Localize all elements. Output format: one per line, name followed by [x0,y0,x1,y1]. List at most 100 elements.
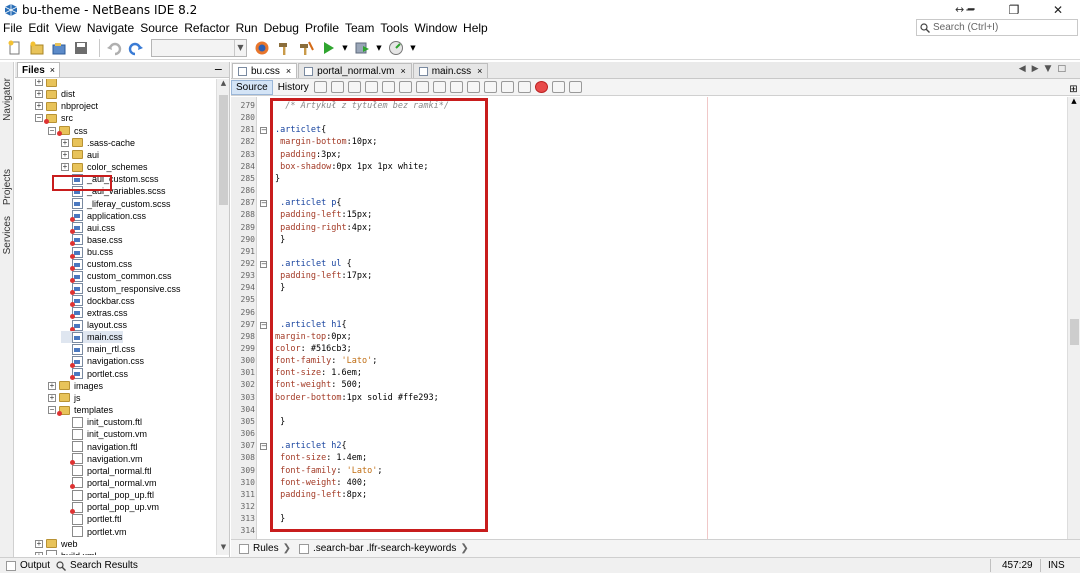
tree-item[interactable]: + aui [61,149,99,161]
source-view-button[interactable]: Source [231,79,273,95]
close-icon[interactable]: × [477,66,482,76]
history-view-button[interactable]: History [273,80,314,95]
tree-item[interactable]: custom_responsive.css [61,283,181,296]
tree-item[interactable]: init_custom.vm [61,428,147,440]
new-file-button[interactable] [6,39,24,57]
tree-item[interactable]: layout.css [61,319,127,332]
output-window-button[interactable]: Output [6,560,50,571]
tree-item[interactable]: application.css [61,210,146,223]
tree-item[interactable]: portal_pop_up.vm [61,501,159,514]
tree-item[interactable]: + [35,79,61,88]
new-project-button[interactable] [28,39,46,57]
tree-item[interactable]: portlet.css [61,368,128,381]
menu-navigate[interactable]: Navigate [84,21,137,35]
next-bookmark-icon[interactable] [466,81,480,93]
fold-collapse-icon[interactable]: − [260,321,267,329]
tree-item[interactable]: portal_normal.ftl [61,465,152,477]
tree-item[interactable]: portlet.ftl [61,513,122,525]
tree-item[interactable]: _liferay_custom.scss [61,198,171,210]
services-side-tab[interactable]: Services [0,210,14,260]
forward-icon[interactable] [347,81,361,93]
toggle-bookmark-icon[interactable] [483,81,497,93]
run-dropdown[interactable]: ▼ [341,39,349,57]
redo-button[interactable] [127,39,145,57]
menu-debug[interactable]: Debug [261,21,302,35]
scroll-up-icon[interactable]: ▲ [1068,97,1080,105]
close-button[interactable]: ✕ [1036,0,1080,20]
expand-icon[interactable]: + [35,539,43,548]
menu-view[interactable]: View [52,21,84,35]
tab-main-css[interactable]: main.css × [412,63,489,78]
menu-help[interactable]: Help [460,21,491,35]
collapse-icon[interactable]: − [48,406,56,415]
toggle-rect-selection-icon[interactable] [432,81,446,93]
expand-icon[interactable]: + [35,102,43,111]
shift-left-icon[interactable] [500,81,514,93]
tree-item[interactable]: navigation.ftl [61,441,138,453]
stop-macro-icon[interactable] [551,81,565,93]
tree-item[interactable]: + .sass-cache [61,137,135,149]
maximize-button[interactable]: ❐ [992,0,1036,20]
close-icon[interactable]: × [286,66,291,76]
tree-item[interactable]: − css [48,125,88,137]
last-edit-icon[interactable] [313,81,327,93]
menu-run[interactable]: Run [233,21,261,35]
start-macro-icon[interactable] [534,81,548,93]
projects-side-tab[interactable]: Projects [0,157,14,217]
expand-icon[interactable]: + [61,150,69,159]
build-button[interactable] [275,39,293,57]
breadcrumb-rules[interactable]: Rules [253,543,279,554]
menu-team[interactable]: Team [342,21,377,35]
comment-icon[interactable] [568,81,582,93]
editor-scrollbar[interactable]: ▲ [1067,97,1080,539]
tree-item[interactable]: + nbproject [35,100,98,112]
menu-profile[interactable]: Profile [302,21,342,35]
debug-button[interactable] [353,39,371,57]
back-icon[interactable] [330,81,344,93]
tree-item[interactable]: portal_normal.vm [61,477,157,490]
tree-item[interactable]: + color_schemes [61,161,148,173]
find-next-icon[interactable] [398,81,412,93]
navigator-side-tab[interactable]: Navigator [0,64,14,134]
scroll-thumb[interactable] [1070,319,1079,345]
collapse-icon[interactable]: − [48,126,56,135]
menu-file[interactable]: File [0,21,25,35]
find-icon[interactable] [364,81,378,93]
scroll-down-icon[interactable]: ▼ [217,543,230,555]
tree-item[interactable]: custom_common.css [61,270,172,283]
tab-navigation-icons[interactable]: ◀▶▼□ [1019,64,1072,74]
expand-icon[interactable]: + [35,551,43,555]
tree-item[interactable]: portal_pop_up.ftl [61,489,154,501]
minimize-panel-icon[interactable]: − [214,63,223,76]
fold-collapse-icon[interactable]: − [260,260,267,268]
scroll-up-icon[interactable]: ▲ [217,79,230,91]
tree-item[interactable]: + web [35,538,78,550]
quick-search-input[interactable]: Search (Ctrl+I) [916,19,1078,36]
split-editor-icon[interactable]: ⊞ [1067,84,1080,97]
clean-build-button[interactable] [297,39,315,57]
menu-source[interactable]: Source [137,21,181,35]
tree-item[interactable]: − templates [48,404,113,416]
undo-button[interactable] [105,39,123,57]
shift-right-icon[interactable] [517,81,531,93]
tree-item[interactable]: custom.css [61,258,132,271]
tree-item[interactable]: navigation.vm [61,453,143,466]
expand-icon[interactable]: + [35,79,43,86]
tree-item[interactable]: bu.css [61,246,113,259]
fold-collapse-icon[interactable]: − [260,127,267,135]
tree-item[interactable]: navigation.css [61,355,144,368]
tree-item[interactable]: portlet.vm [61,526,127,538]
search-results-button[interactable]: Search Results [56,560,138,571]
menu-tools[interactable]: Tools [377,21,411,35]
profile-button[interactable] [387,39,405,57]
expand-icon[interactable]: + [48,393,56,402]
tree-item[interactable]: dockbar.css [61,295,135,308]
menu-window[interactable]: Window [411,21,460,35]
collapse-icon[interactable]: − [35,114,43,123]
breadcrumb-selector[interactable]: .search-bar .lfr-search-keywords [313,543,456,554]
expand-icon[interactable]: + [48,381,56,390]
tree-item[interactable]: + build.xml [35,550,97,555]
fold-collapse-icon[interactable]: − [260,200,267,208]
files-scrollbar[interactable]: ▲ ▼ [216,79,229,555]
tree-item[interactable]: main.css [61,331,123,344]
